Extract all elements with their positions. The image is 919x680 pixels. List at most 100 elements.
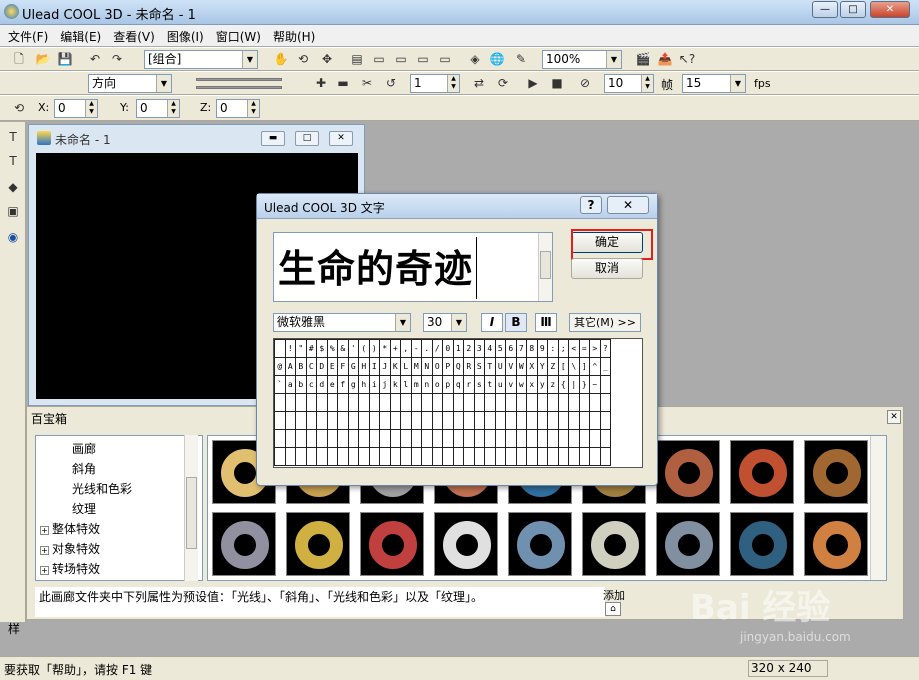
char-cell[interactable]: G (347, 357, 359, 376)
cancel-button[interactable]: 取消 (571, 258, 643, 279)
char-cell[interactable]: l (400, 375, 412, 394)
char-cell[interactable] (568, 411, 580, 430)
char-cell[interactable]: ) (368, 339, 380, 358)
char-cell[interactable] (274, 429, 286, 448)
char-cell[interactable] (463, 429, 475, 448)
char-cell[interactable] (400, 411, 412, 430)
char-cell[interactable] (452, 411, 464, 430)
char-cell[interactable]: ; (557, 339, 569, 358)
char-cell[interactable] (326, 393, 338, 412)
char-cell[interactable] (452, 393, 464, 412)
char-cell[interactable]: : (547, 339, 559, 358)
char-cell[interactable] (274, 339, 286, 358)
direction-combo[interactable]: 方向 ▼ (88, 74, 172, 93)
char-cell[interactable]: ? (599, 339, 611, 358)
preset-thumbnail[interactable] (582, 512, 646, 576)
char-cell[interactable] (536, 429, 548, 448)
char-cell[interactable]: \ (568, 357, 580, 376)
char-cell[interactable]: 8 (526, 339, 538, 358)
char-cell[interactable] (599, 447, 611, 466)
char-cell[interactable]: P (442, 357, 454, 376)
char-cell[interactable]: & (337, 339, 349, 358)
globe-icon[interactable]: 🌐 (488, 50, 506, 68)
char-cell[interactable]: 4 (484, 339, 496, 358)
fps-combo[interactable]: 15 ▼ (682, 74, 746, 93)
char-cell[interactable]: S (473, 357, 485, 376)
char-cell[interactable] (589, 447, 601, 466)
char-cell[interactable] (526, 447, 538, 466)
tree-scrollbar[interactable] (184, 435, 198, 581)
split-keyframe-icon[interactable]: ✂ (358, 74, 376, 92)
char-cell[interactable] (473, 393, 485, 412)
menu-item[interactable]: 编辑(E) (52, 25, 105, 45)
char-cell[interactable] (526, 393, 538, 412)
char-cell[interactable]: } (578, 375, 590, 394)
char-cell[interactable]: * (379, 339, 391, 358)
char-cell[interactable] (452, 429, 464, 448)
maximize-button[interactable]: □ (840, 1, 866, 18)
char-cell[interactable] (547, 411, 559, 430)
tree-expand-icon[interactable]: + (40, 566, 49, 575)
undo-icon[interactable]: ↶ (86, 50, 104, 68)
char-cell[interactable]: B (295, 357, 307, 376)
char-spacing-icon[interactable]: Ⅲ (535, 313, 557, 332)
char-cell[interactable] (389, 429, 401, 448)
char-cell[interactable]: { (557, 375, 569, 394)
char-cell[interactable]: T (484, 357, 496, 376)
char-cell[interactable] (400, 429, 412, 448)
char-cell[interactable] (358, 447, 370, 466)
char-cell[interactable] (368, 393, 380, 412)
other-options-button[interactable]: 其它(M) >> (569, 313, 641, 332)
panel-close-button[interactable]: ✕ (887, 410, 901, 424)
char-cell[interactable] (295, 411, 307, 430)
char-cell[interactable]: ' (347, 339, 359, 358)
char-cell[interactable] (568, 393, 580, 412)
char-cell[interactable] (463, 411, 475, 430)
char-cell[interactable]: r (463, 375, 475, 394)
char-cell[interactable] (305, 429, 317, 448)
size-select[interactable]: 30 ▼ (423, 313, 467, 332)
doc-close-button[interactable]: ✕ (329, 131, 353, 146)
preset-thumbnail[interactable] (656, 512, 720, 576)
char-cell[interactable]: % (326, 339, 338, 358)
char-cell[interactable] (316, 393, 328, 412)
char-cell[interactable] (484, 393, 496, 412)
font-select[interactable]: 微软雅黑 ▼ (273, 313, 411, 332)
char-cell[interactable]: R (463, 357, 475, 376)
char-cell[interactable]: 0 (442, 339, 454, 358)
char-cell[interactable] (316, 429, 328, 448)
char-cell[interactable] (410, 429, 422, 448)
char-cell[interactable] (505, 447, 517, 466)
char-cell[interactable] (410, 411, 422, 430)
minimize-button[interactable]: — (812, 1, 838, 18)
dialog-help-button[interactable]: ? (580, 196, 602, 214)
char-cell[interactable] (515, 393, 527, 412)
char-cell[interactable]: . (421, 339, 433, 358)
char-cell[interactable]: s (473, 375, 485, 394)
char-cell[interactable]: p (442, 375, 454, 394)
char-cell[interactable] (599, 375, 611, 394)
tree-expand-icon[interactable]: + (40, 526, 49, 535)
z-spinner[interactable]: 0 ▲ ▼ (216, 99, 260, 118)
position-tool-icon[interactable]: ⟲ (10, 99, 28, 117)
char-cell[interactable]: n (421, 375, 433, 394)
char-cell[interactable] (421, 447, 433, 466)
char-cell[interactable] (536, 393, 548, 412)
char-cell[interactable] (274, 447, 286, 466)
char-cell[interactable] (337, 447, 349, 466)
char-cell[interactable] (505, 393, 517, 412)
char-cell[interactable]: 1 (452, 339, 464, 358)
char-cell[interactable] (547, 429, 559, 448)
char-cell[interactable]: # (305, 339, 317, 358)
preset-thumbnail[interactable] (360, 512, 424, 576)
italic-button[interactable]: I (481, 313, 503, 332)
char-cell[interactable] (358, 393, 370, 412)
char-cell[interactable]: u (494, 375, 506, 394)
char-cell[interactable]: " (295, 339, 307, 358)
char-cell[interactable] (368, 429, 380, 448)
char-cell[interactable] (442, 393, 454, 412)
char-cell[interactable] (421, 429, 433, 448)
char-cell[interactable] (431, 447, 443, 466)
timeline-slider-2[interactable] (196, 86, 282, 89)
char-cell[interactable] (358, 429, 370, 448)
